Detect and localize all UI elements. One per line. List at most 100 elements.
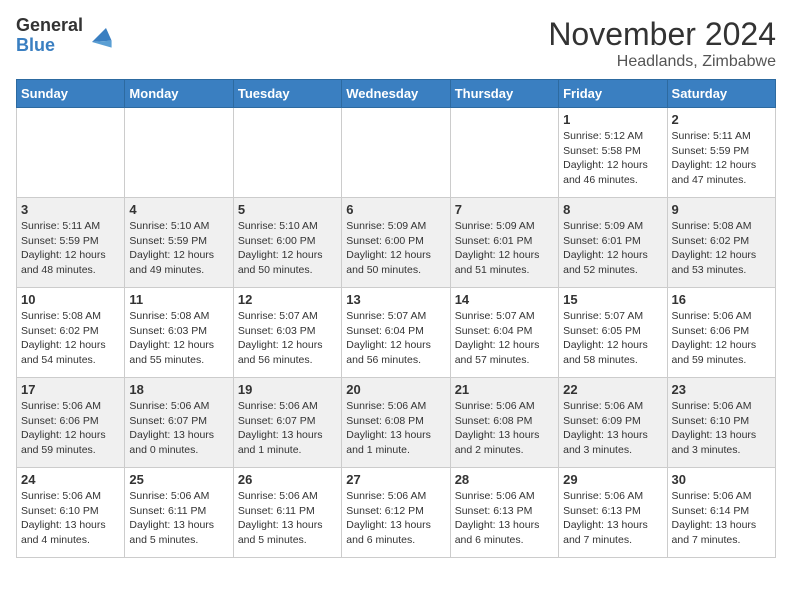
- day-cell: 17 Sunrise: 5:06 AM Sunset: 6:06 PM Dayli…: [17, 378, 125, 468]
- day-info: Sunrise: 5:06 AM Sunset: 6:09 PM Dayligh…: [563, 399, 662, 458]
- day-cell: [17, 108, 125, 198]
- day-number: 3: [21, 202, 120, 217]
- day-info: Sunrise: 5:06 AM Sunset: 6:08 PM Dayligh…: [346, 399, 445, 458]
- day-info: Sunrise: 5:07 AM Sunset: 6:05 PM Dayligh…: [563, 309, 662, 368]
- day-number: 5: [238, 202, 337, 217]
- day-number: 11: [129, 292, 228, 307]
- day-info: Sunrise: 5:07 AM Sunset: 6:04 PM Dayligh…: [346, 309, 445, 368]
- day-cell: 15 Sunrise: 5:07 AM Sunset: 6:05 PM Dayli…: [559, 288, 667, 378]
- logo-general-text: General: [16, 16, 83, 36]
- day-info: Sunrise: 5:06 AM Sunset: 6:08 PM Dayligh…: [455, 399, 554, 458]
- day-number: 7: [455, 202, 554, 217]
- day-number: 17: [21, 382, 120, 397]
- weekday-saturday: Saturday: [667, 80, 775, 108]
- day-info: Sunrise: 5:07 AM Sunset: 6:04 PM Dayligh…: [455, 309, 554, 368]
- day-number: 15: [563, 292, 662, 307]
- day-number: 23: [672, 382, 771, 397]
- day-cell: 6 Sunrise: 5:09 AM Sunset: 6:00 PM Daylig…: [342, 198, 450, 288]
- day-cell: 20 Sunrise: 5:06 AM Sunset: 6:08 PM Dayli…: [342, 378, 450, 468]
- day-number: 9: [672, 202, 771, 217]
- day-info: Sunrise: 5:06 AM Sunset: 6:06 PM Dayligh…: [672, 309, 771, 368]
- logo-icon: [85, 21, 113, 49]
- day-number: 24: [21, 472, 120, 487]
- day-cell: 29 Sunrise: 5:06 AM Sunset: 6:13 PM Dayli…: [559, 468, 667, 558]
- day-info: Sunrise: 5:06 AM Sunset: 6:13 PM Dayligh…: [563, 489, 662, 548]
- day-number: 25: [129, 472, 228, 487]
- logo: General Blue: [16, 16, 113, 56]
- day-cell: 27 Sunrise: 5:06 AM Sunset: 6:12 PM Dayli…: [342, 468, 450, 558]
- day-number: 18: [129, 382, 228, 397]
- day-info: Sunrise: 5:07 AM Sunset: 6:03 PM Dayligh…: [238, 309, 337, 368]
- day-cell: 5 Sunrise: 5:10 AM Sunset: 6:00 PM Daylig…: [233, 198, 341, 288]
- weekday-thursday: Thursday: [450, 80, 558, 108]
- day-number: 16: [672, 292, 771, 307]
- calendar-table: SundayMondayTuesdayWednesdayThursdayFrid…: [16, 79, 776, 558]
- day-cell: [342, 108, 450, 198]
- day-cell: 9Sunrise: 5:08 AM Sunset: 6:02 PM Daylig…: [667, 198, 775, 288]
- week-row-2: 3 Sunrise: 5:11 AM Sunset: 5:59 PM Daylig…: [17, 198, 776, 288]
- day-cell: 18 Sunrise: 5:06 AM Sunset: 6:07 PM Dayli…: [125, 378, 233, 468]
- day-cell: 11 Sunrise: 5:08 AM Sunset: 6:03 PM Dayli…: [125, 288, 233, 378]
- day-cell: 16 Sunrise: 5:06 AM Sunset: 6:06 PM Dayli…: [667, 288, 775, 378]
- day-info: Sunrise: 5:06 AM Sunset: 6:14 PM Dayligh…: [672, 489, 771, 548]
- day-info: Sunrise: 5:08 AM Sunset: 6:03 PM Dayligh…: [129, 309, 228, 368]
- day-cell: 12 Sunrise: 5:07 AM Sunset: 6:03 PM Dayli…: [233, 288, 341, 378]
- day-cell: [233, 108, 341, 198]
- day-cell: 3 Sunrise: 5:11 AM Sunset: 5:59 PM Daylig…: [17, 198, 125, 288]
- day-number: 19: [238, 382, 337, 397]
- weekday-friday: Friday: [559, 80, 667, 108]
- day-number: 2: [672, 112, 771, 127]
- day-number: 6: [346, 202, 445, 217]
- day-info: Sunrise: 5:06 AM Sunset: 6:11 PM Dayligh…: [129, 489, 228, 548]
- week-row-5: 24Sunrise: 5:06 AM Sunset: 6:10 PM Dayli…: [17, 468, 776, 558]
- day-cell: 26Sunrise: 5:06 AM Sunset: 6:11 PM Dayli…: [233, 468, 341, 558]
- day-number: 8: [563, 202, 662, 217]
- day-info: Sunrise: 5:10 AM Sunset: 5:59 PM Dayligh…: [129, 219, 228, 278]
- day-cell: 22 Sunrise: 5:06 AM Sunset: 6:09 PM Dayli…: [559, 378, 667, 468]
- day-info: Sunrise: 5:10 AM Sunset: 6:00 PM Dayligh…: [238, 219, 337, 278]
- day-info: Sunrise: 5:06 AM Sunset: 6:07 PM Dayligh…: [129, 399, 228, 458]
- week-row-3: 10Sunrise: 5:08 AM Sunset: 6:02 PM Dayli…: [17, 288, 776, 378]
- week-row-4: 17 Sunrise: 5:06 AM Sunset: 6:06 PM Dayli…: [17, 378, 776, 468]
- day-cell: 1Sunrise: 5:12 AM Sunset: 5:58 PM Daylig…: [559, 108, 667, 198]
- day-number: 26: [238, 472, 337, 487]
- day-info: Sunrise: 5:11 AM Sunset: 5:59 PM Dayligh…: [672, 129, 771, 188]
- day-number: 20: [346, 382, 445, 397]
- day-cell: 14 Sunrise: 5:07 AM Sunset: 6:04 PM Dayli…: [450, 288, 558, 378]
- weekday-tuesday: Tuesday: [233, 80, 341, 108]
- day-number: 13: [346, 292, 445, 307]
- day-cell: 2 Sunrise: 5:11 AM Sunset: 5:59 PM Daylig…: [667, 108, 775, 198]
- month-title: November 2024: [548, 16, 776, 53]
- day-cell: 30Sunrise: 5:06 AM Sunset: 6:14 PM Dayli…: [667, 468, 775, 558]
- day-number: 29: [563, 472, 662, 487]
- logo-blue-text: Blue: [16, 36, 83, 56]
- weekday-wednesday: Wednesday: [342, 80, 450, 108]
- day-cell: 21 Sunrise: 5:06 AM Sunset: 6:08 PM Dayli…: [450, 378, 558, 468]
- weekday-header-row: SundayMondayTuesdayWednesdayThursdayFrid…: [17, 80, 776, 108]
- day-number: 12: [238, 292, 337, 307]
- day-info: Sunrise: 5:06 AM Sunset: 6:12 PM Dayligh…: [346, 489, 445, 548]
- day-cell: 19Sunrise: 5:06 AM Sunset: 6:07 PM Dayli…: [233, 378, 341, 468]
- day-cell: 24Sunrise: 5:06 AM Sunset: 6:10 PM Dayli…: [17, 468, 125, 558]
- day-number: 1: [563, 112, 662, 127]
- day-info: Sunrise: 5:11 AM Sunset: 5:59 PM Dayligh…: [21, 219, 120, 278]
- day-number: 10: [21, 292, 120, 307]
- location: Headlands, Zimbabwe: [548, 53, 776, 71]
- day-info: Sunrise: 5:06 AM Sunset: 6:06 PM Dayligh…: [21, 399, 120, 458]
- day-cell: 28Sunrise: 5:06 AM Sunset: 6:13 PM Dayli…: [450, 468, 558, 558]
- day-cell: 25 Sunrise: 5:06 AM Sunset: 6:11 PM Dayli…: [125, 468, 233, 558]
- day-info: Sunrise: 5:09 AM Sunset: 6:00 PM Dayligh…: [346, 219, 445, 278]
- title-block: November 2024 Headlands, Zimbabwe: [548, 16, 776, 71]
- day-number: 27: [346, 472, 445, 487]
- weekday-monday: Monday: [125, 80, 233, 108]
- day-info: Sunrise: 5:06 AM Sunset: 6:10 PM Dayligh…: [672, 399, 771, 458]
- day-number: 22: [563, 382, 662, 397]
- day-number: 21: [455, 382, 554, 397]
- day-number: 14: [455, 292, 554, 307]
- day-number: 28: [455, 472, 554, 487]
- day-cell: 23 Sunrise: 5:06 AM Sunset: 6:10 PM Dayli…: [667, 378, 775, 468]
- day-cell: 4Sunrise: 5:10 AM Sunset: 5:59 PM Daylig…: [125, 198, 233, 288]
- day-cell: 8 Sunrise: 5:09 AM Sunset: 6:01 PM Daylig…: [559, 198, 667, 288]
- day-info: Sunrise: 5:09 AM Sunset: 6:01 PM Dayligh…: [563, 219, 662, 278]
- day-cell: 10Sunrise: 5:08 AM Sunset: 6:02 PM Dayli…: [17, 288, 125, 378]
